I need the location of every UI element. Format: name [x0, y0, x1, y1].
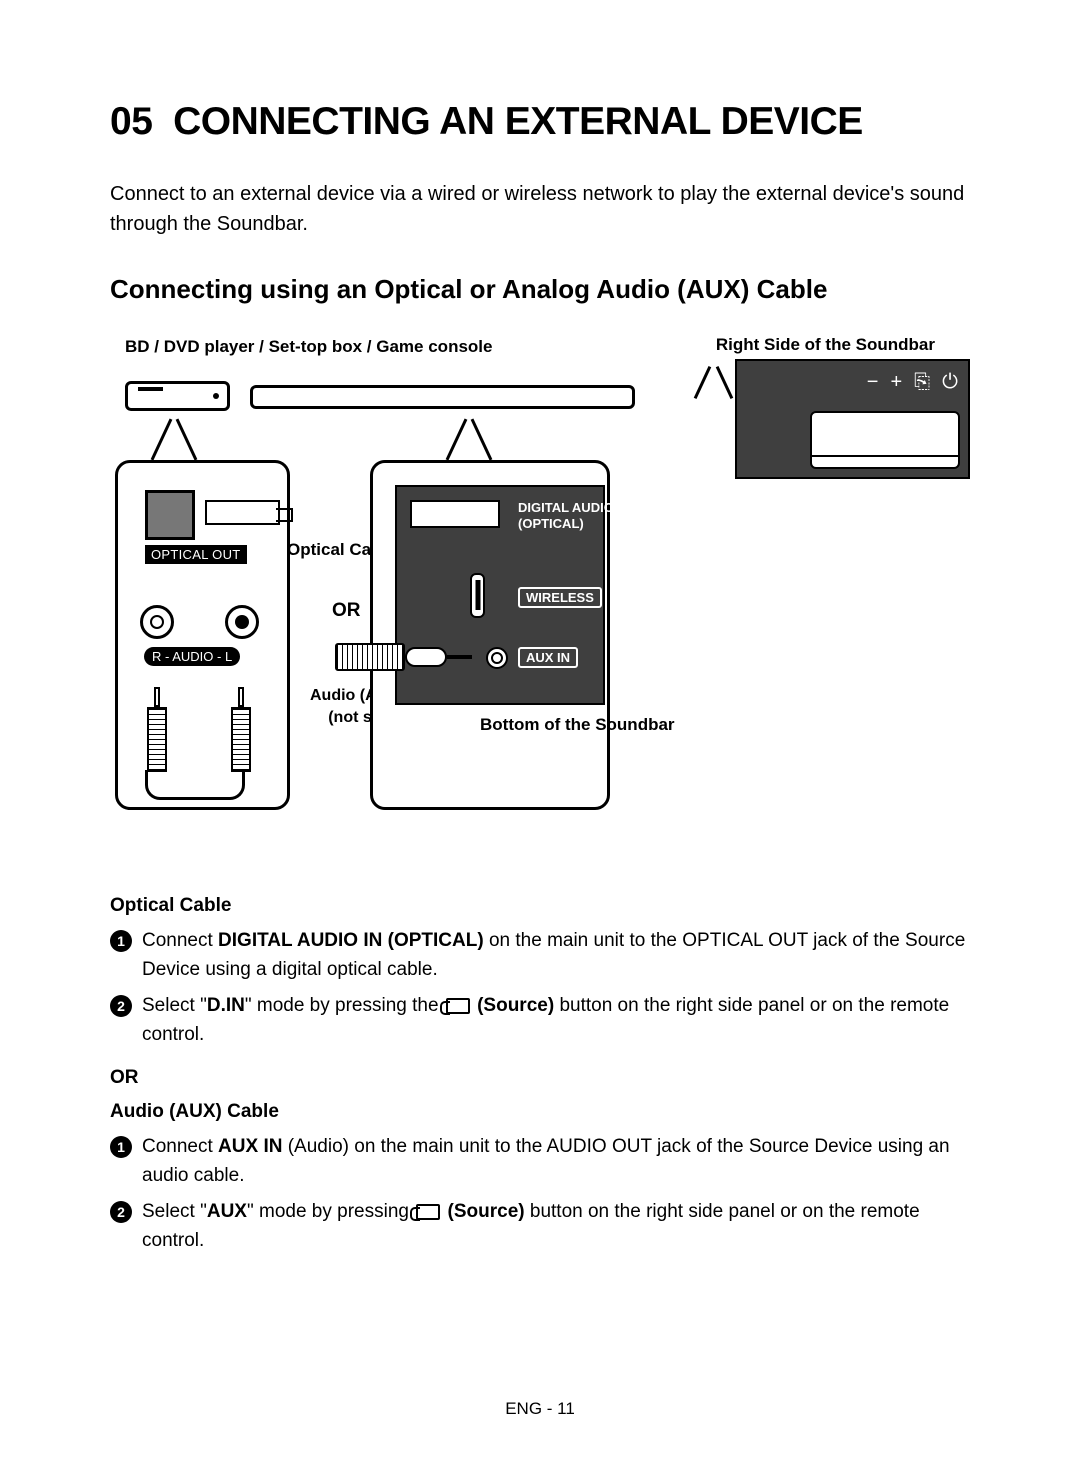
soundbar-callout-pointer — [696, 365, 740, 397]
aux-in-label: AUX IN — [518, 647, 578, 668]
step-text: Select "AUX" mode by pressing (Source) b… — [142, 1198, 970, 1255]
optical-out-label: OPTICAL OUT — [145, 545, 247, 564]
bottom-soundbar-label: Bottom of the Soundbar — [480, 715, 675, 735]
optical-cable-heading: Optical Cable — [110, 895, 970, 917]
or-separator: OR — [110, 1067, 970, 1089]
soundbar-illustration — [250, 385, 635, 409]
digital-audio-in-label: DIGITAL AUDIO IN (OPTICAL) — [518, 500, 630, 531]
aux-step-2: 2 Select "AUX" mode by pressing (Source)… — [110, 1198, 970, 1255]
aux-step-1: 1 Connect AUX IN (Audio) on the main uni… — [110, 1133, 970, 1190]
optical-plug-source — [205, 500, 280, 525]
aux-cable-heading: Audio (AUX) Cable — [110, 1101, 970, 1123]
chapter-title: 05 CONNECTING AN EXTERNAL DEVICE — [110, 100, 970, 144]
step-number-1-icon: 1 — [110, 930, 132, 952]
intro-paragraph: Connect to an external device via a wire… — [110, 179, 970, 239]
chapter-name: CONNECTING AN EXTERNAL DEVICE — [173, 100, 863, 143]
step-number-2-icon: 2 — [110, 1201, 132, 1223]
soundbar-right-side-panel: − + ⎘ ⏻ — [735, 359, 970, 479]
source-callout-pointer — [155, 417, 199, 462]
optical-out-port — [145, 490, 195, 540]
step-number-2-icon: 2 — [110, 995, 132, 1017]
wireless-label: WIRELESS — [518, 587, 602, 608]
audio-r-jack — [140, 605, 174, 639]
step-text: Connect DIGITAL AUDIO IN (OPTICAL) on th… — [142, 927, 970, 984]
source-button-icon — [446, 998, 470, 1014]
step-text: Connect AUX IN (Audio) on the main unit … — [142, 1133, 970, 1190]
soundbar-side-profile — [810, 411, 960, 469]
aux-in-jack — [486, 647, 508, 669]
section-heading: Connecting using an Optical or Analog Au… — [110, 274, 970, 305]
optical-plug-soundbar — [410, 500, 500, 528]
connection-diagram: BD / DVD player / Set-top box / Game con… — [110, 335, 970, 865]
step-text: Select "D.IN" mode by pressing the (Sour… — [142, 992, 970, 1049]
source-icon: ⎘ — [914, 371, 930, 394]
page-number: ENG - 11 — [505, 1399, 575, 1419]
rca-plug-left — [146, 687, 168, 775]
rca-cable-line — [145, 770, 245, 800]
audio-l-jack — [225, 605, 259, 639]
power-icon: ⏻ — [942, 371, 958, 394]
optical-step-1: 1 Connect DIGITAL AUDIO IN (OPTICAL) on … — [110, 927, 970, 984]
chapter-number: 05 — [110, 100, 152, 143]
wireless-port — [470, 573, 485, 618]
audio-rl-label: R - AUDIO - L — [144, 647, 240, 666]
optical-step-2: 2 Select "D.IN" mode by pressing the (So… — [110, 992, 970, 1049]
diagram-right-side-label: Right Side of the Soundbar — [716, 335, 935, 355]
rca-plug-right — [230, 687, 252, 775]
source-device-illustration — [125, 381, 230, 411]
volume-up-icon: + — [890, 371, 902, 394]
source-button-icon — [416, 1204, 440, 1220]
diagram-source-device-label: BD / DVD player / Set-top box / Game con… — [125, 335, 492, 359]
aux-plug — [335, 643, 480, 673]
diagram-or-label: OR — [332, 600, 361, 622]
volume-down-icon: − — [867, 371, 879, 394]
soundbar-bottom-callout-pointer — [450, 417, 494, 462]
step-number-1-icon: 1 — [110, 1136, 132, 1158]
